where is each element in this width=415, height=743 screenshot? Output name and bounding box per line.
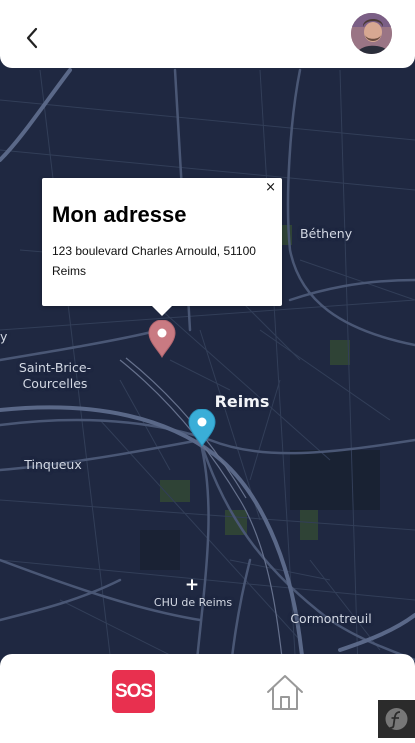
top-bar: [0, 0, 415, 68]
chevron-left-icon: [26, 27, 38, 49]
map-label-chu-de-reims: CHU de Reims: [153, 596, 233, 609]
symfony-icon: [385, 708, 408, 730]
user-avatar-icon: [351, 13, 392, 54]
map-label-betheny: Bétheny: [300, 226, 353, 241]
address-marker-icon[interactable]: [148, 320, 176, 358]
bottom-nav: SOS: [0, 654, 415, 738]
map-view[interactable]: Bétheny y Saint-Brice- Courcelles Reims …: [0, 0, 415, 738]
avatar[interactable]: [351, 13, 392, 54]
map-label-tinqueux: Tinqueux: [24, 457, 82, 472]
map-label-saint-brice-courcelles: Saint-Brice- Courcelles: [18, 360, 92, 391]
popup-address: 123 boulevard Charles Arnould, 51100 Rei…: [52, 244, 256, 278]
hospital-icon: +: [184, 575, 200, 595]
map-label-edge: y: [0, 329, 8, 344]
back-button[interactable]: [18, 22, 48, 54]
home-button[interactable]: [265, 673, 305, 711]
location-marker-icon[interactable]: [188, 409, 216, 447]
address-popup: × Mon adresse 123 boulevard Charles Arno…: [42, 178, 282, 316]
symfony-debug-badge[interactable]: [378, 700, 415, 738]
popup-close-button[interactable]: ×: [265, 180, 276, 195]
map-label-cormontreuil: Cormontreuil: [290, 611, 372, 626]
sos-button[interactable]: SOS: [112, 670, 155, 713]
home-icon: [267, 675, 303, 710]
map-label-reims: Reims: [214, 392, 270, 411]
popup-title: Mon adresse: [52, 202, 187, 227]
